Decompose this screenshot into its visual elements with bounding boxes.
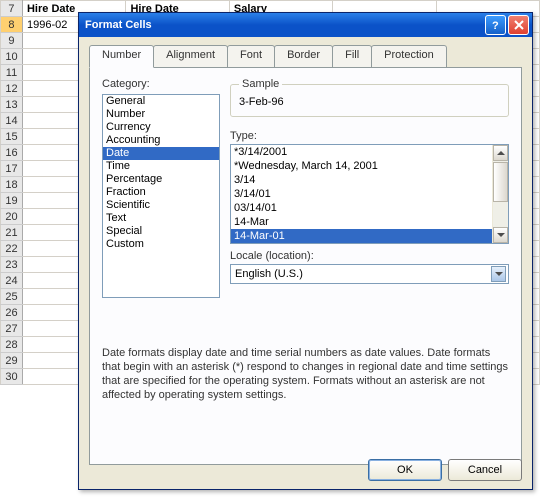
row-header[interactable]: 11 <box>1 65 23 81</box>
close-button[interactable] <box>508 15 529 35</box>
row-header[interactable]: 24 <box>1 273 23 289</box>
row-header[interactable]: 9 <box>1 33 23 49</box>
category-option[interactable]: Number <box>103 108 219 121</box>
tab-number[interactable]: Number <box>89 45 154 68</box>
locale-value: English (U.S.) <box>235 268 303 280</box>
category-option[interactable]: Custom <box>103 238 219 251</box>
type-option[interactable]: 3/14/01 <box>231 187 492 201</box>
locale-dropdown-button[interactable] <box>491 266 506 282</box>
category-option[interactable]: Scientific <box>103 199 219 212</box>
row-header[interactable]: 26 <box>1 305 23 321</box>
row-header[interactable]: 17 <box>1 161 23 177</box>
row-header[interactable]: 23 <box>1 257 23 273</box>
chevron-down-icon <box>495 272 503 276</box>
sample-group: Sample 3-Feb-96 <box>230 78 509 117</box>
help-icon: ? <box>490 19 502 31</box>
category-option[interactable]: Currency <box>103 121 219 134</box>
tab-fill[interactable]: Fill <box>332 45 372 67</box>
row-header[interactable]: 18 <box>1 177 23 193</box>
row-header[interactable]: 16 <box>1 145 23 161</box>
ok-button[interactable]: OK <box>368 459 442 481</box>
type-option[interactable]: *3/14/2001 <box>231 145 492 159</box>
type-scrollbar[interactable] <box>492 145 508 243</box>
row-header[interactable]: 12 <box>1 81 23 97</box>
type-option[interactable]: 03/14/01 <box>231 201 492 215</box>
category-option[interactable]: Time <box>103 160 219 173</box>
category-option[interactable]: Date <box>103 147 219 160</box>
tab-strip: NumberAlignmentFontBorderFillProtection <box>89 45 522 67</box>
row-header[interactable]: 25 <box>1 289 23 305</box>
help-button[interactable]: ? <box>485 15 506 35</box>
row-header[interactable]: 8 <box>1 17 23 33</box>
dialog-title: Format Cells <box>85 19 483 31</box>
type-option[interactable]: 14-Mar <box>231 215 492 229</box>
tab-protection[interactable]: Protection <box>371 45 447 67</box>
category-option[interactable]: Special <box>103 225 219 238</box>
row-header[interactable]: 15 <box>1 129 23 145</box>
chevron-up-icon <box>497 151 505 155</box>
scroll-thumb[interactable] <box>493 162 508 202</box>
sample-value: 3-Feb-96 <box>239 96 500 108</box>
category-option[interactable]: Text <box>103 212 219 225</box>
svg-text:?: ? <box>492 20 499 31</box>
titlebar[interactable]: Format Cells ? <box>79 13 532 37</box>
type-label: Type: <box>230 130 257 142</box>
row-header[interactable]: 7 <box>1 1 23 17</box>
close-icon <box>514 20 524 30</box>
row-header[interactable]: 14 <box>1 113 23 129</box>
explanation-text: Date formats display date and time seria… <box>102 346 509 402</box>
locale-label: Locale (location): <box>230 250 314 262</box>
type-option[interactable]: *Wednesday, March 14, 2001 <box>231 159 492 173</box>
row-header[interactable]: 20 <box>1 209 23 225</box>
row-header[interactable]: 13 <box>1 97 23 113</box>
tab-alignment[interactable]: Alignment <box>153 45 228 67</box>
row-header[interactable]: 22 <box>1 241 23 257</box>
cancel-button[interactable]: Cancel <box>448 459 522 481</box>
row-header[interactable]: 29 <box>1 353 23 369</box>
category-option[interactable]: Accounting <box>103 134 219 147</box>
row-header[interactable]: 28 <box>1 337 23 353</box>
format-cells-dialog: Format Cells ? NumberAlignmentFontBorder… <box>78 12 533 490</box>
tab-font[interactable]: Font <box>227 45 275 67</box>
locale-select[interactable]: English (U.S.) <box>230 264 509 284</box>
row-header[interactable]: 21 <box>1 225 23 241</box>
scroll-up-button[interactable] <box>493 145 508 161</box>
category-option[interactable]: Percentage <box>103 173 219 186</box>
type-option[interactable]: 14-Mar-01 <box>231 229 492 243</box>
category-listbox[interactable]: GeneralNumberCurrencyAccountingDateTimeP… <box>102 94 220 298</box>
tab-border[interactable]: Border <box>274 45 333 67</box>
sample-label: Sample <box>239 78 282 90</box>
row-header[interactable]: 27 <box>1 321 23 337</box>
category-option[interactable]: General <box>103 95 219 108</box>
chevron-down-icon <box>497 233 505 237</box>
scroll-down-button[interactable] <box>493 227 508 243</box>
type-listbox[interactable]: *3/14/2001*Wednesday, March 14, 20013/14… <box>230 144 509 244</box>
row-header[interactable]: 19 <box>1 193 23 209</box>
category-option[interactable]: Fraction <box>103 186 219 199</box>
tab-page-number: Category: GeneralNumberCurrencyAccountin… <box>89 67 522 465</box>
row-header[interactable]: 30 <box>1 369 23 385</box>
type-option[interactable]: 3/14 <box>231 173 492 187</box>
category-label: Category: <box>102 78 150 90</box>
row-header[interactable]: 10 <box>1 49 23 65</box>
